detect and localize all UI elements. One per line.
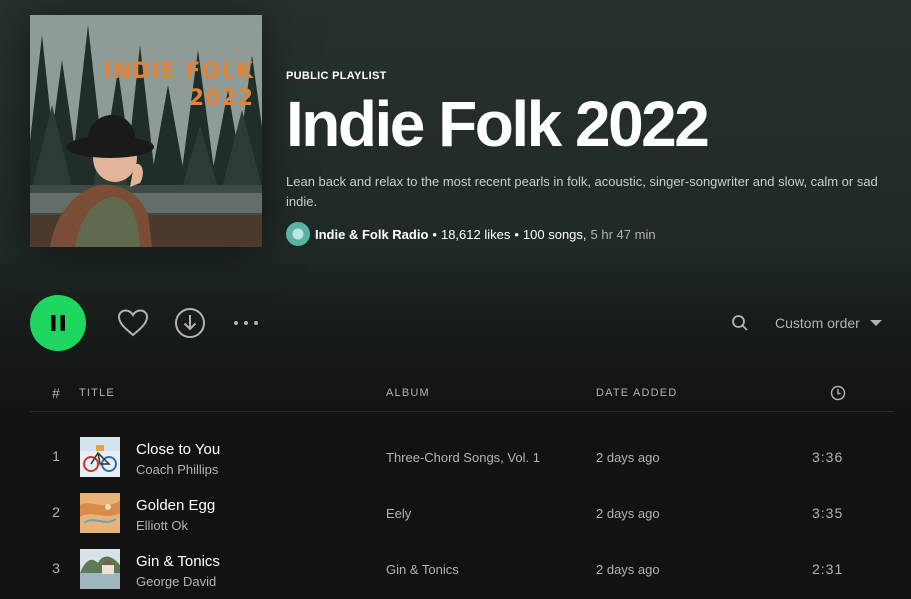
column-title[interactable]: TITLE	[79, 387, 115, 399]
sort-label: Custom order	[775, 315, 860, 331]
cover-title: INDIE FOLK 2022	[30, 59, 262, 111]
playlist-stats: Indie & Folk Radio • 18,612 likes • 100 …	[286, 222, 896, 246]
track-number: 3	[52, 560, 60, 576]
search-in-playlist-button[interactable]	[728, 311, 752, 335]
track-number: 2	[52, 504, 60, 520]
sort-dropdown[interactable]: Custom order	[775, 311, 882, 335]
track-row[interactable]: 1 Close to You Coach Phillips Three-Chor…	[30, 428, 894, 484]
track-album[interactable]: Gin & Tonics	[386, 562, 459, 577]
track-title[interactable]: Gin & Tonics	[136, 553, 220, 570]
track-row[interactable]: 3 Gin & Tonics George David Gin & Tonics…	[30, 540, 894, 596]
owner-avatar[interactable]	[286, 222, 310, 246]
track-date-added: 2 days ago	[596, 450, 660, 465]
track-artwork	[80, 493, 120, 533]
playlist-header: INDIE FOLK 2022 PUBLIC PLAYLIST Indie Fo…	[0, 0, 911, 270]
more-options-button[interactable]	[230, 307, 262, 339]
like-button[interactable]	[116, 307, 150, 339]
likes-count: 18,612 likes	[440, 226, 511, 242]
track-artwork	[80, 437, 120, 477]
track-date-added: 2 days ago	[596, 562, 660, 577]
track-duration: 2:31	[812, 561, 844, 577]
action-bar: Custom order	[30, 295, 890, 351]
track-duration: 3:36	[812, 449, 844, 465]
album-art-gin-and-tonics	[80, 549, 120, 589]
album-art-close-to-you	[80, 437, 120, 477]
playlist-meta: PUBLIC PLAYLIST Indie Folk 2022 Lean bac…	[286, 70, 896, 246]
track-list: 1 Close to You Coach Phillips Three-Chor…	[30, 428, 894, 596]
cover-artwork	[30, 15, 262, 247]
track-artist[interactable]: George David	[136, 574, 216, 589]
track-number: 1	[52, 448, 60, 464]
more-icon	[234, 321, 258, 325]
column-date-added[interactable]: DATE ADDED	[596, 387, 677, 399]
track-title[interactable]: Close to You	[136, 441, 220, 458]
pause-icon	[51, 315, 65, 331]
track-artwork	[80, 549, 120, 589]
search-icon	[732, 315, 748, 331]
separator-dot: •	[432, 226, 437, 242]
download-icon	[175, 308, 205, 338]
caret-down-icon	[869, 320, 882, 326]
playlist-type-label: PUBLIC PLAYLIST	[286, 70, 387, 82]
column-duration[interactable]	[830, 385, 846, 404]
total-duration: 5 hr 47 min	[590, 226, 656, 242]
track-album[interactable]: Eely	[386, 506, 411, 521]
owner-link[interactable]: Indie & Folk Radio	[315, 227, 428, 242]
playlist-title: Indie Folk 2022	[286, 88, 710, 160]
download-button[interactable]	[174, 307, 206, 339]
playlist-description: Lean back and relax to the most recent p…	[286, 174, 878, 209]
cover-title-line1: INDIE FOLK	[103, 59, 254, 84]
track-title[interactable]: Golden Egg	[136, 497, 215, 514]
pause-button[interactable]	[30, 295, 86, 351]
separator-dot: •	[514, 226, 519, 242]
column-number: #	[52, 385, 60, 401]
column-album[interactable]: ALBUM	[386, 387, 430, 399]
track-duration: 3:35	[812, 505, 844, 521]
cover-title-line2: 2022	[188, 86, 254, 111]
song-count: 100 songs,	[522, 226, 587, 242]
track-artist[interactable]: Coach Phillips	[136, 462, 218, 477]
track-row[interactable]: 2 Golden Egg Elliott Ok Eely 2 days ago …	[30, 484, 894, 540]
track-date-added: 2 days ago	[596, 506, 660, 521]
track-artist[interactable]: Elliott Ok	[136, 518, 188, 533]
heart-icon	[117, 309, 149, 337]
track-album[interactable]: Three-Chord Songs, Vol. 1	[386, 450, 540, 465]
playlist-page: INDIE FOLK 2022 PUBLIC PLAYLIST Indie Fo…	[0, 0, 911, 599]
playlist-cover: INDIE FOLK 2022	[30, 15, 262, 247]
album-art-eely	[80, 493, 120, 533]
track-table-header: # TITLE ALBUM DATE ADDED	[30, 380, 894, 412]
clock-icon	[830, 385, 846, 401]
